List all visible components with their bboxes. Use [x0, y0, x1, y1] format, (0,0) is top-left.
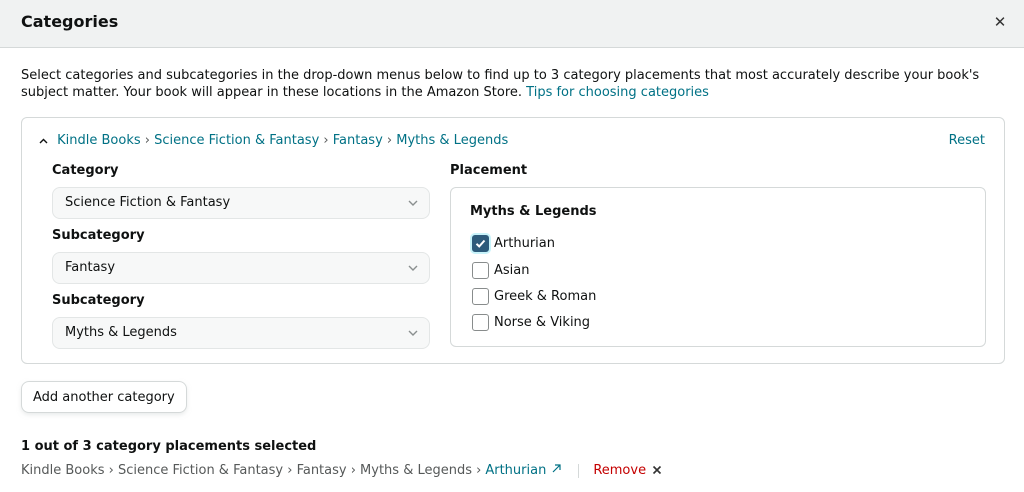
divider	[578, 463, 580, 478]
chevron-down-icon	[408, 265, 418, 271]
category-label: Category	[52, 163, 119, 178]
placement-option-label: Greek & Roman	[494, 288, 597, 304]
tips-link[interactable]: Tips for choosing categories	[526, 85, 709, 100]
reset-link[interactable]: Reset	[949, 133, 985, 148]
remove-link[interactable]: Remove	[593, 463, 646, 478]
placement-option-arthurian[interactable]: Arthurian	[472, 234, 555, 252]
selected-placement-row: Kindle Books › Science Fiction & Fantasy…	[21, 463, 662, 478]
subcategory-select-value: Myths & Legends	[65, 325, 177, 340]
category-select[interactable]: Science Fiction & Fantasy	[52, 187, 430, 219]
placement-label: Placement	[450, 163, 528, 178]
breadcrumb[interactable]: Kindle Books › Science Fiction & Fantasy…	[39, 133, 508, 148]
subcategory-label: Subcategory	[52, 228, 145, 243]
checkmark-icon	[475, 239, 486, 248]
breadcrumb-item[interactable]: Kindle Books	[57, 133, 141, 148]
breadcrumb-separator: ›	[323, 133, 329, 148]
dialog-title: Categories	[21, 12, 119, 31]
remove-x-icon[interactable]	[652, 464, 662, 478]
placement-option-label: Asian	[494, 262, 530, 278]
selected-placement-link[interactable]: Arthurian	[485, 463, 546, 478]
caret-up-icon[interactable]	[39, 133, 48, 148]
subcategory-label: Subcategory	[52, 293, 145, 308]
dialog-header: Categories ✕	[0, 0, 1024, 48]
subcategory-select[interactable]: Fantasy	[52, 252, 430, 284]
category-select-value: Science Fiction & Fantasy	[65, 195, 231, 210]
placement-group-title: Myths & Legends	[470, 204, 597, 219]
external-link-icon[interactable]	[551, 463, 562, 478]
close-icon[interactable]: ✕	[990, 12, 1010, 32]
placement-option-asian[interactable]: Asian	[472, 261, 529, 279]
chevron-down-icon	[408, 330, 418, 336]
placement-option-label: Norse & Viking	[494, 314, 591, 330]
breadcrumb-separator: ›	[144, 133, 150, 148]
placement-option-greek-roman[interactable]: Greek & Roman	[472, 287, 596, 305]
checkbox[interactable]	[472, 313, 489, 331]
breadcrumb-separator: ›	[386, 133, 393, 148]
subcategory-select-2[interactable]: Myths & Legends	[52, 317, 430, 349]
category-card: Kindle Books › Science Fiction & Fantasy…	[21, 117, 1005, 364]
add-another-category-button[interactable]: Add another category	[21, 381, 187, 413]
placement-option-norse-viking[interactable]: Norse & Viking	[472, 313, 590, 331]
checkbox[interactable]	[472, 261, 489, 279]
intro-description: Select categories and subcategories in t…	[21, 68, 980, 100]
placement-option-label: Arthurian	[494, 235, 555, 251]
subcategory-select-value: Fantasy	[65, 260, 116, 275]
chevron-down-icon	[408, 200, 418, 206]
checkbox[interactable]	[472, 287, 489, 305]
breadcrumb-item[interactable]: Science Fiction & Fantasy	[154, 133, 319, 148]
breadcrumb-item[interactable]: Fantasy	[333, 133, 383, 148]
placements-summary: 1 out of 3 category placements selected	[21, 439, 317, 454]
selected-placement-path: Kindle Books › Science Fiction & Fantasy…	[21, 463, 482, 478]
placement-box: Myths & Legends Arthurian Asian Greek & …	[450, 187, 986, 347]
checkbox-checked[interactable]	[472, 234, 489, 252]
breadcrumb-item[interactable]: Myths & Legends	[396, 133, 508, 148]
intro-text: Select categories and subcategories in t…	[21, 67, 1006, 101]
